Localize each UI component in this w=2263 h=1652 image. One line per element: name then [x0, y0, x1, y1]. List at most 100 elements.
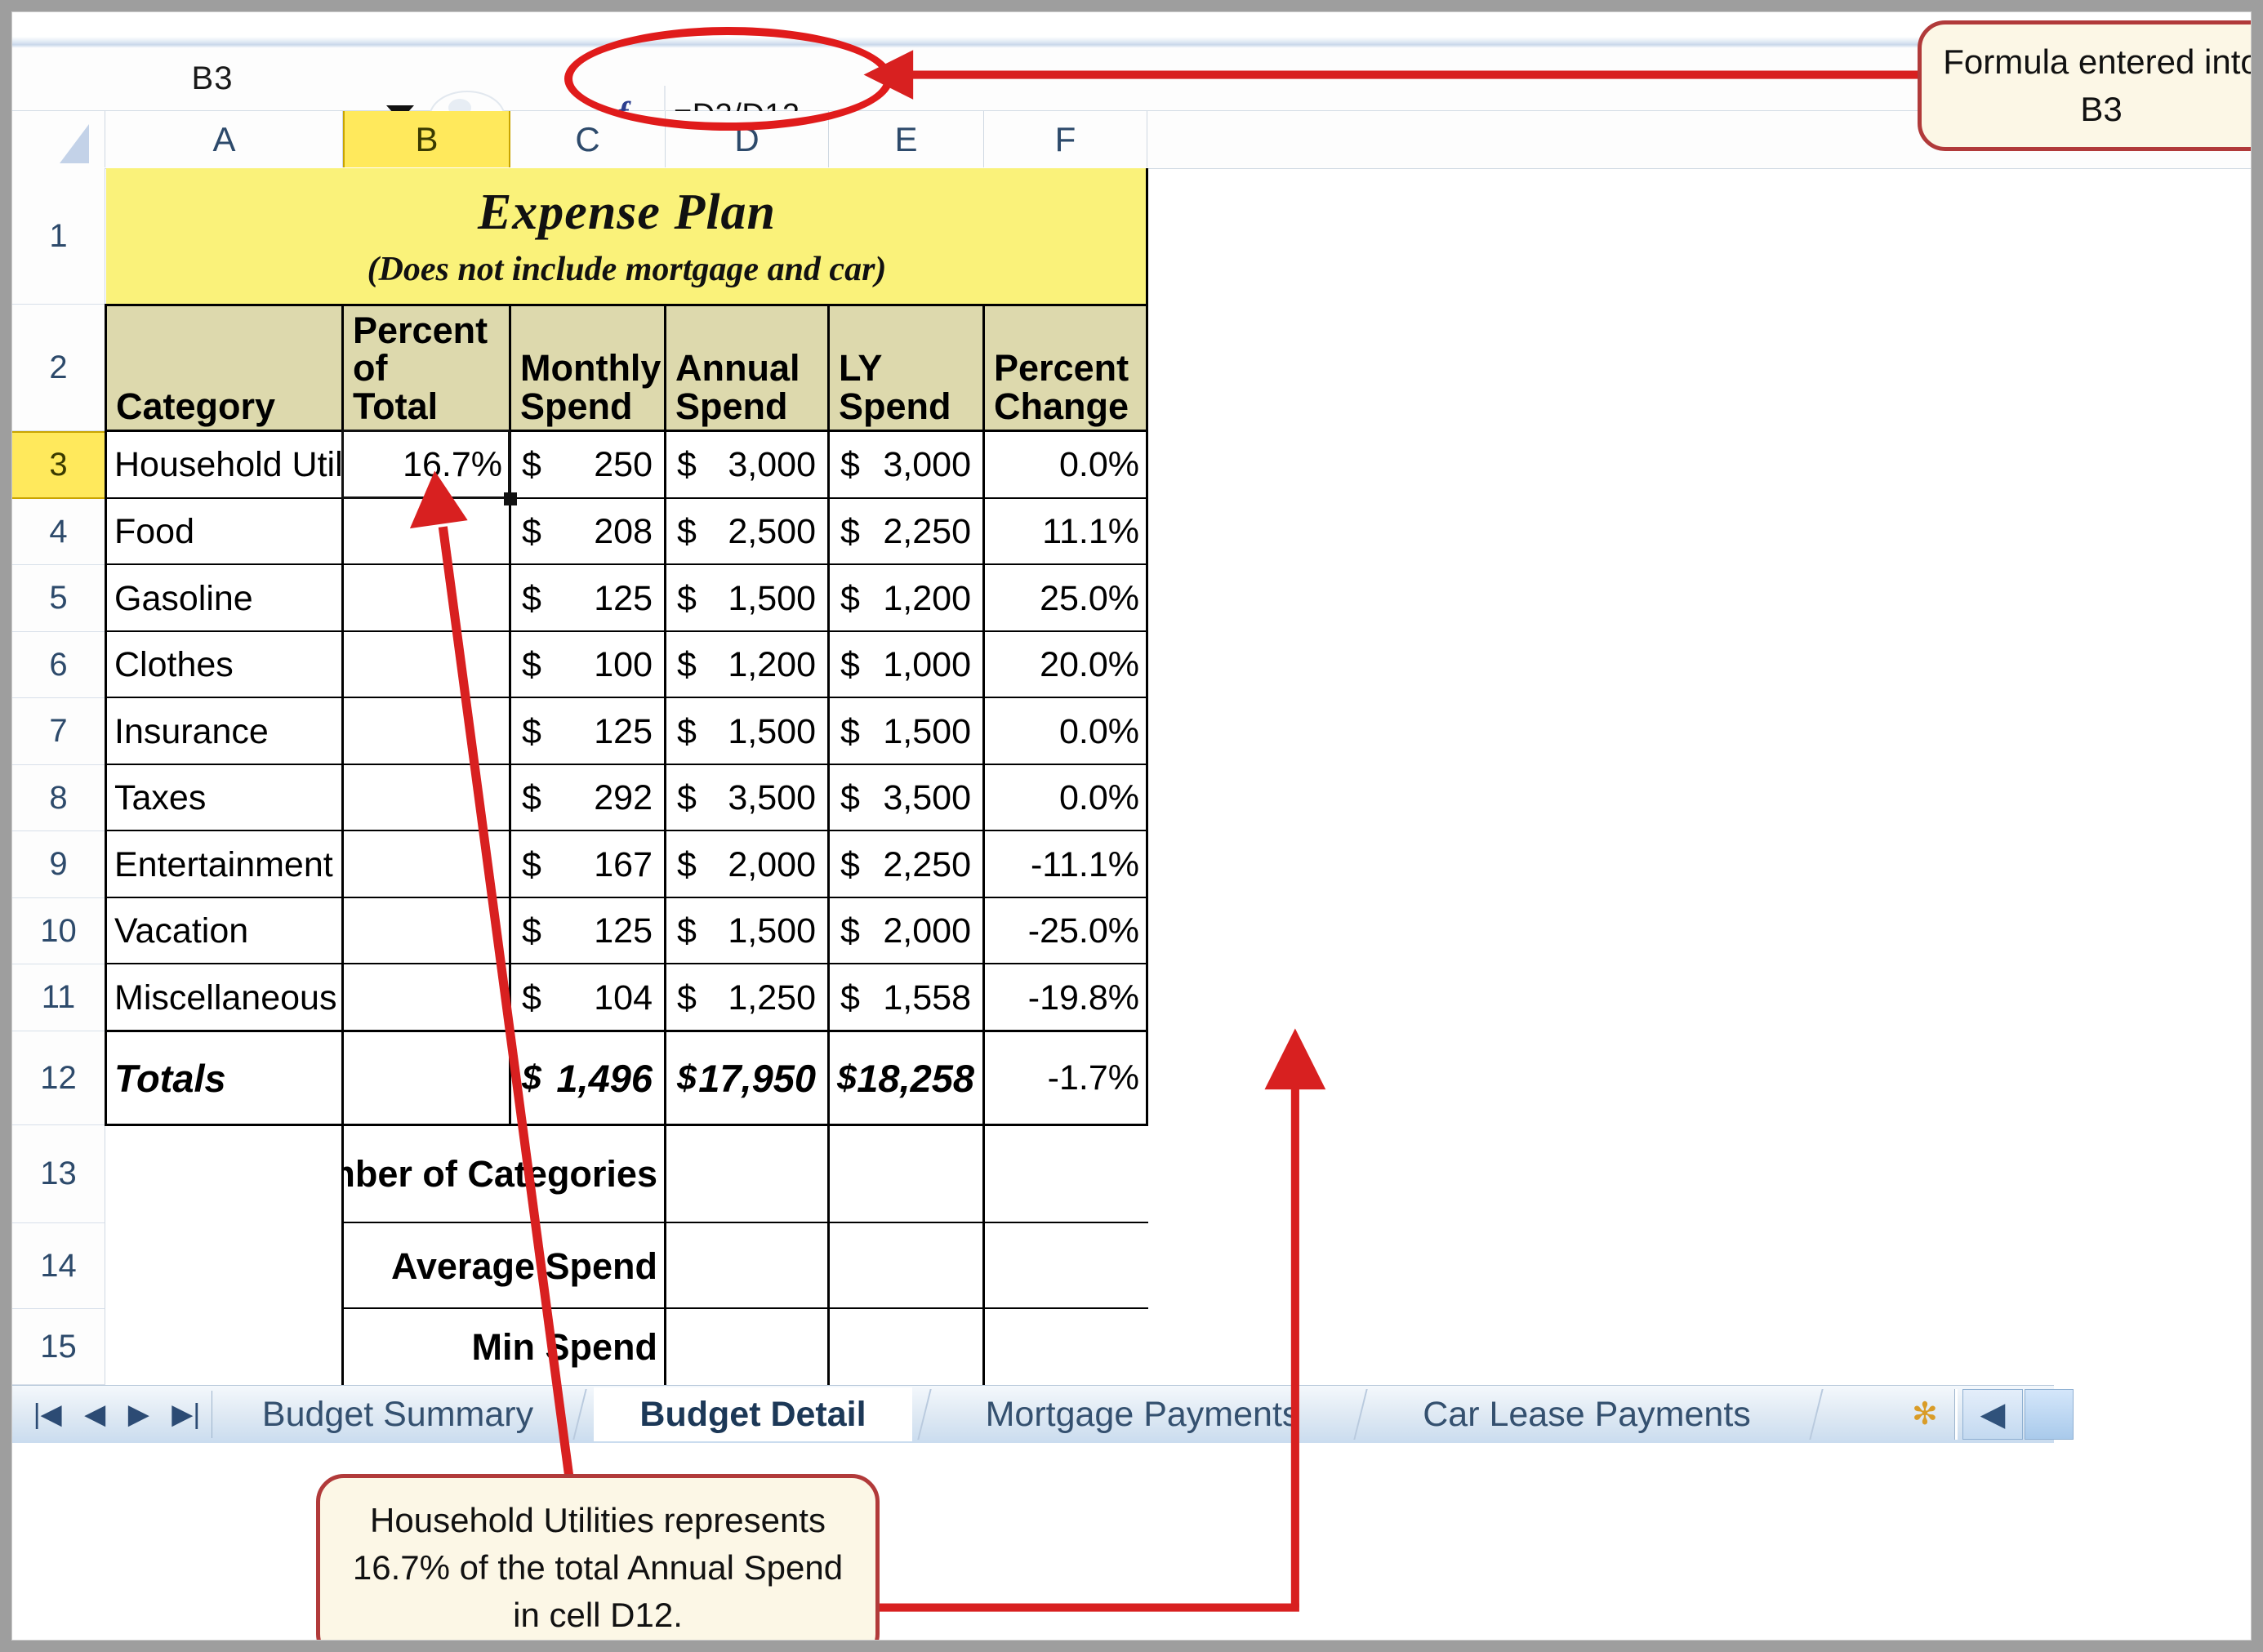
hscroll-left-button[interactable]: ◀	[1962, 1389, 2023, 1440]
row-header-2[interactable]: 2	[12, 305, 105, 431]
column-header-c[interactable]: C	[510, 111, 666, 167]
column-header-a[interactable]: A	[106, 111, 343, 167]
table-header-percent-change[interactable]: Percent Change	[984, 305, 1147, 431]
cell-c7[interactable]: $125	[510, 698, 666, 765]
column-header-d[interactable]: D	[666, 111, 829, 167]
cell-c5[interactable]: $125	[510, 565, 666, 632]
cell-f8[interactable]: 0.0%	[984, 765, 1147, 831]
cell-b5[interactable]	[343, 565, 510, 632]
cell-b4[interactable]	[343, 499, 510, 565]
cell-b9[interactable]	[343, 831, 510, 898]
sheet-tab-budget-detail[interactable]: Budget Detail	[594, 1387, 912, 1441]
cell-e7[interactable]: $1,500	[829, 698, 984, 765]
cell-c10[interactable]: $125	[510, 898, 666, 964]
cell-a4[interactable]: Food	[106, 499, 343, 565]
table-header-annual-spend[interactable]: Annual Spend	[666, 305, 829, 431]
cell-f12[interactable]: -1.7%	[984, 1031, 1147, 1125]
row-header-3[interactable]: 3	[12, 431, 105, 499]
cell-d12[interactable]: $17,950	[666, 1031, 829, 1125]
cell-d11[interactable]: $1,250	[666, 964, 829, 1031]
cell-d9[interactable]: $2,000	[666, 831, 829, 898]
hscroll-thumb[interactable]	[2025, 1389, 2074, 1440]
cell-d15[interactable]	[666, 1309, 829, 1385]
worksheet-grid[interactable]: A B C D E F 1 2 3 4 5 6 7 8 9 10 11 12 1…	[12, 111, 2251, 1387]
cell-f9[interactable]: -11.1%	[984, 831, 1147, 898]
cell-f6[interactable]: 20.0%	[984, 632, 1147, 698]
cell-d8[interactable]: $3,500	[666, 765, 829, 831]
cell-e5[interactable]: $1,200	[829, 565, 984, 632]
cell-f10[interactable]: -25.0%	[984, 898, 1147, 964]
row-header-13[interactable]: 13	[12, 1125, 105, 1223]
cell-c12[interactable]: $1,496	[510, 1031, 666, 1125]
cell-f5[interactable]: 25.0%	[984, 565, 1147, 632]
cell-a10[interactable]: Vacation	[106, 898, 343, 964]
row-header-6[interactable]: 6	[12, 632, 105, 698]
cell-b6[interactable]	[343, 632, 510, 698]
cell-c9[interactable]: $167	[510, 831, 666, 898]
cell-d10[interactable]: $1,500	[666, 898, 829, 964]
column-header-e[interactable]: E	[829, 111, 984, 167]
prev-sheet-icon[interactable]: ◀	[84, 1400, 105, 1428]
sheet-tab-car-lease-payments[interactable]: Car Lease Payments	[1374, 1387, 1799, 1441]
cell-e9[interactable]: $2,250	[829, 831, 984, 898]
row-header-8[interactable]: 8	[12, 765, 105, 831]
cell-stat-label-15[interactable]: Min Spend	[343, 1309, 666, 1385]
row-header-12[interactable]: 12	[12, 1031, 105, 1125]
cell-d7[interactable]: $1,500	[666, 698, 829, 765]
cell-a5[interactable]: Gasoline	[106, 565, 343, 632]
row-header-7[interactable]: 7	[12, 698, 105, 765]
cell-b12[interactable]	[343, 1031, 510, 1125]
row-header-5[interactable]: 5	[12, 565, 105, 632]
cell-d3[interactable]: $3,000	[666, 431, 829, 499]
cell-e3[interactable]: $3,000	[829, 431, 984, 499]
cell-a9[interactable]: Entertainment	[106, 831, 343, 898]
fill-handle[interactable]	[504, 492, 517, 505]
cell-f4[interactable]: 11.1%	[984, 499, 1147, 565]
cell-e8[interactable]: $3,500	[829, 765, 984, 831]
table-header-monthly-spend[interactable]: Monthly Spend	[510, 305, 666, 431]
cell-c6[interactable]: $100	[510, 632, 666, 698]
cell-c11[interactable]: $104	[510, 964, 666, 1031]
last-sheet-icon[interactable]: ▶|	[172, 1400, 200, 1428]
cell-e15[interactable]	[829, 1309, 984, 1385]
row-header-4[interactable]: 4	[12, 499, 105, 565]
cell-b3[interactable]: 16.7%	[343, 431, 510, 499]
cell-c8[interactable]: $292	[510, 765, 666, 831]
first-sheet-icon[interactable]: |◀	[33, 1400, 62, 1428]
cell-b11[interactable]	[343, 964, 510, 1031]
cell-c4[interactable]: $208	[510, 499, 666, 565]
cell-d13[interactable]	[666, 1125, 829, 1223]
row-header-14[interactable]: 14	[12, 1223, 105, 1309]
row-header-11[interactable]: 11	[12, 964, 105, 1031]
table-header-ly-spend[interactable]: LY Spend	[829, 305, 984, 431]
cell-e11[interactable]: $1,558	[829, 964, 984, 1031]
cell-b7[interactable]	[343, 698, 510, 765]
cell-d6[interactable]: $1,200	[666, 632, 829, 698]
cell-f3[interactable]: 0.0%	[984, 431, 1147, 499]
column-header-b[interactable]: B	[343, 111, 510, 167]
row-header-1[interactable]: 1	[12, 168, 105, 305]
cell-e4[interactable]: $2,250	[829, 499, 984, 565]
sheet-tab-mortgage-payments[interactable]: Mortgage Payments	[938, 1387, 1347, 1441]
name-box[interactable]: B3	[20, 53, 404, 104]
cell-a3[interactable]: Household Utilities	[106, 431, 343, 499]
sheet-nav-buttons[interactable]: |◀ ◀ ▶ ▶|	[22, 1391, 212, 1438]
cell-d4[interactable]: $2,500	[666, 499, 829, 565]
select-all-corner[interactable]	[12, 111, 105, 167]
sheet-title-cell[interactable]: Expense Plan (Does not include mortgage …	[106, 168, 1147, 305]
cell-a8[interactable]: Taxes	[106, 765, 343, 831]
cell-c3[interactable]: $250	[510, 431, 666, 499]
cell-a11[interactable]: Miscellaneous	[106, 964, 343, 1031]
cell-f7[interactable]: 0.0%	[984, 698, 1147, 765]
sheet-tab-budget-summary[interactable]: Budget Summary	[226, 1387, 569, 1441]
cell-d5[interactable]: $1,500	[666, 565, 829, 632]
next-sheet-icon[interactable]: ▶	[128, 1400, 149, 1428]
cell-a12[interactable]: Totals	[106, 1031, 343, 1125]
cell-e13[interactable]	[829, 1125, 984, 1223]
cell-a6[interactable]: Clothes	[106, 632, 343, 698]
cell-e14[interactable]	[829, 1223, 984, 1309]
cell-b10[interactable]	[343, 898, 510, 964]
cell-stat-label-14[interactable]: Average Spend	[343, 1223, 666, 1309]
new-sheet-icon[interactable]: ✻	[1912, 1396, 1951, 1433]
cell-e6[interactable]: $1,000	[829, 632, 984, 698]
